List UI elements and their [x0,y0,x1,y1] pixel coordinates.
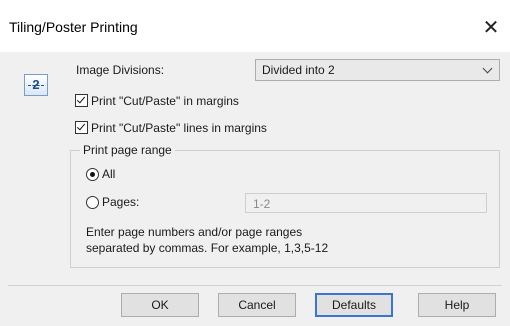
page-range-legend: Print page range [80,143,175,157]
defaults-button[interactable]: Defaults [315,293,393,317]
cancel-button-label: Cancel [238,298,276,312]
cut-line [28,85,44,86]
cut-paste-margins-label: Print "Cut/Paste" in margins [91,94,239,108]
cut-paste-lines-label: Print "Cut/Paste" lines in margins [91,121,267,135]
pages-label: Pages: [102,195,140,209]
help-button[interactable]: Help [418,293,496,317]
dialog-title: Tiling/Poster Printing [9,19,138,35]
page-range-help-text: Enter page numbers and/or page ranges se… [86,225,329,255]
ok-button-label: OK [151,298,169,312]
chevron-down-icon [482,63,493,74]
close-button[interactable]: ✕ [478,14,504,40]
ok-button[interactable]: OK [121,293,199,317]
cancel-button[interactable]: Cancel [218,293,296,317]
defaults-button-label: Defaults [331,298,377,312]
cut-paste-lines-checkbox[interactable] [75,121,88,134]
cut-paste-margins-checkbox[interactable] [75,94,88,107]
title-bar: Tiling/Poster Printing ✕ [0,0,510,52]
all-pages-radio[interactable] [86,168,99,181]
separator [8,285,502,286]
pages-input[interactable] [245,193,487,213]
image-divisions-select[interactable]: Divided into 2 [255,59,500,81]
all-pages-label: All [102,167,116,181]
close-icon: ✕ [482,16,500,39]
tiling-preview-icon: 2 [24,74,48,96]
image-divisions-label: Image Divisions: [76,63,165,77]
help-button-label: Help [444,298,470,312]
image-divisions-value: Divided into 2 [262,63,335,77]
pages-radio[interactable] [86,196,99,209]
